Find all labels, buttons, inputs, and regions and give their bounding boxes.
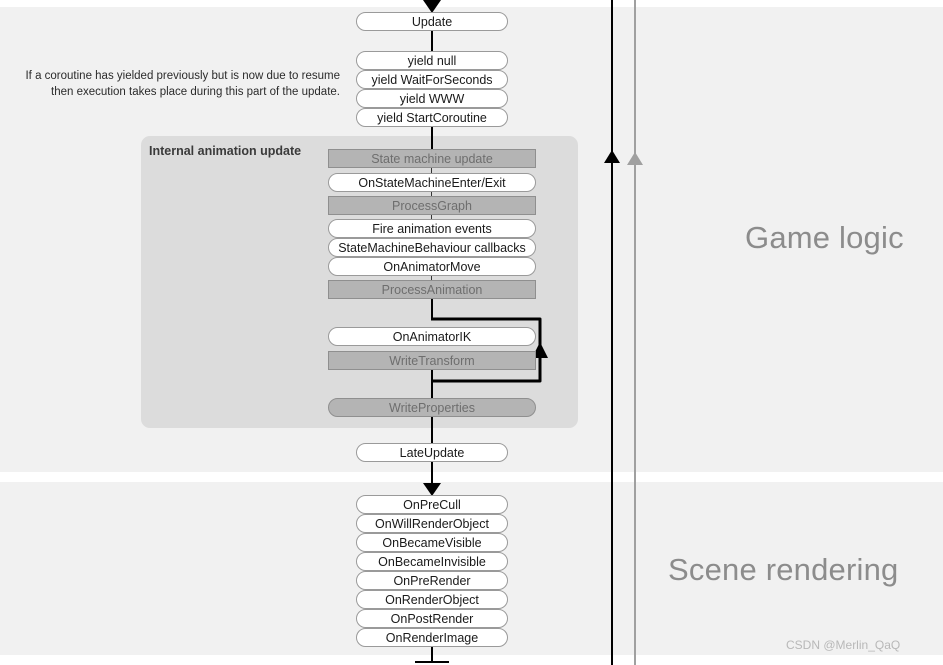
node-onstatemachineenterexit[interactable]: OnStateMachineEnter/Exit [328, 173, 536, 192]
connector-below-onrenderimage [431, 647, 433, 662]
node-yield-www[interactable]: yield WWW [356, 89, 508, 108]
coroutine-note-text: If a coroutine has yielded previously bu… [25, 70, 340, 98]
animation-ik-loop-arrow [430, 314, 560, 386]
node-state-machine-update[interactable]: State machine update [328, 149, 536, 168]
section-label-scene-rendering: Scene rendering [668, 552, 899, 587]
watermark-text: CSDN @Merlin_QaQ [786, 638, 901, 652]
node-writetransform[interactable]: WriteTransform [328, 351, 536, 370]
node-statemachinebehaviour-callbacks[interactable]: StateMachineBehaviour callbacks [328, 238, 536, 257]
node-yield-startcoroutine[interactable]: yield StartCoroutine [356, 108, 508, 127]
node-processgraph[interactable]: ProcessGraph [328, 196, 536, 215]
node-fire-animation-events[interactable]: Fire animation events [328, 219, 536, 238]
node-onwillrenderobject[interactable]: OnWillRenderObject [356, 514, 508, 533]
node-yield-waitforseconds[interactable]: yield WaitForSeconds [356, 70, 508, 89]
node-onrenderobject[interactable]: OnRenderObject [356, 590, 508, 609]
rail-arrow-black [604, 150, 620, 163]
node-onanimatorik[interactable]: OnAnimatorIK [328, 327, 536, 346]
connector-writetransform-to-writeproperties [431, 370, 433, 398]
node-onprecull[interactable]: OnPreCull [356, 495, 508, 514]
connector-processanimation-to-ik [431, 299, 433, 320]
node-onrenderimage[interactable]: OnRenderImage [356, 628, 508, 647]
node-lateupdate[interactable]: LateUpdate [356, 443, 508, 462]
node-processanimation[interactable]: ProcessAnimation [328, 280, 536, 299]
node-onprerender[interactable]: OnPreRender [356, 571, 508, 590]
section-label-game-logic: Game logic [745, 220, 904, 255]
node-onpostrender[interactable]: OnPostRender [356, 609, 508, 628]
unity-lifecycle-flowchart: Game logic Scene rendering If a coroutin… [0, 0, 943, 665]
node-onbecamevisible[interactable]: OnBecameVisible [356, 533, 508, 552]
connector-update-to-yield [431, 31, 433, 51]
node-writeproperties[interactable]: WriteProperties [328, 398, 536, 417]
rail-line-black [611, 0, 613, 665]
internal-animation-update-title: Internal animation update [149, 144, 302, 158]
rail-arrow-gray [627, 152, 643, 165]
connector-yield-to-animation [431, 127, 433, 149]
connector-panel-to-lateupdate [431, 417, 433, 443]
node-onanimatormove[interactable]: OnAnimatorMove [328, 257, 536, 276]
node-yield-null[interactable]: yield null [356, 51, 508, 70]
rail-line-gray [634, 0, 636, 665]
node-update[interactable]: Update [356, 12, 508, 31]
node-onbecameinvisible[interactable]: OnBecameInvisible [356, 552, 508, 571]
flow-terminator-bar [415, 661, 449, 663]
